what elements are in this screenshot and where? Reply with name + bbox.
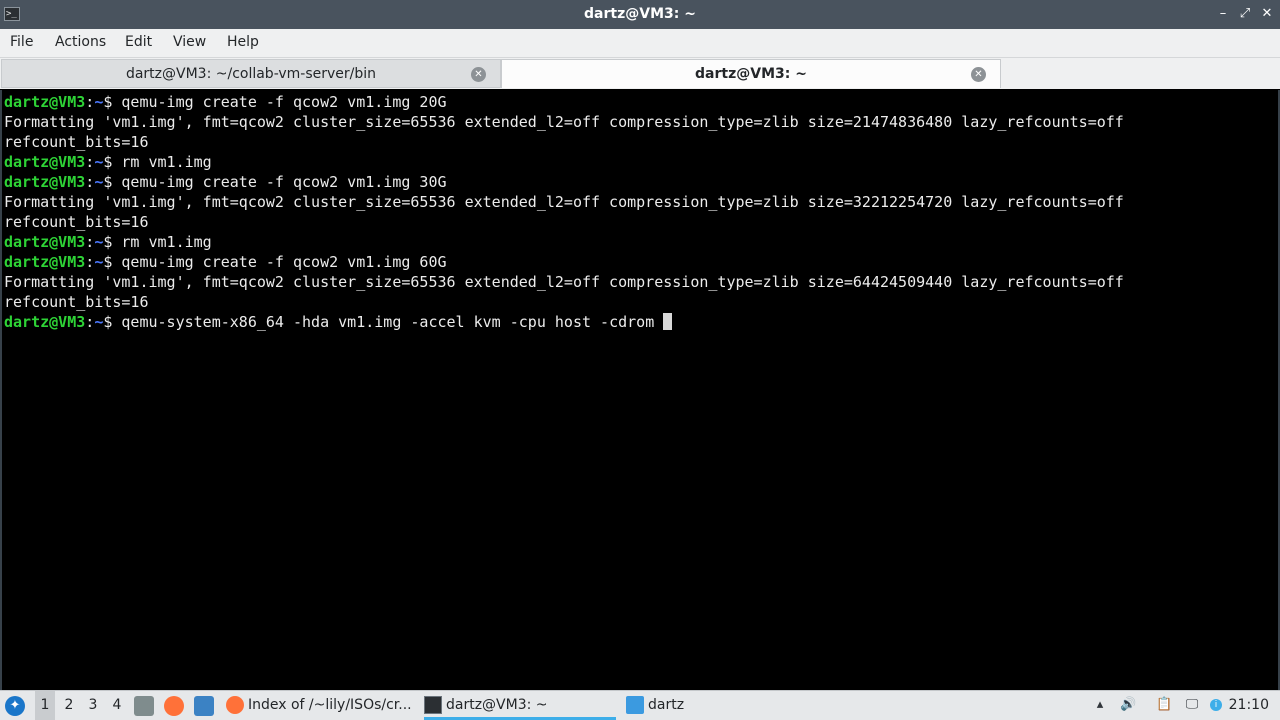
menu-edit[interactable]: Edit (125, 34, 152, 50)
prompt-user: dartz@VM3 (4, 153, 86, 171)
task-folder[interactable]: dartz (626, 691, 776, 720)
clock[interactable]: 21:10 (1229, 691, 1269, 719)
tab-label: dartz@VM3: ~/collab-vm-server/bin (125, 66, 377, 82)
desktop-2-button[interactable]: 2 (59, 691, 79, 720)
maximize-button[interactable]: ⤢ (1236, 5, 1254, 23)
notification-info-icon[interactable]: i (1210, 699, 1222, 711)
command-text: qemu-img create -f qcow2 vm1.img 20G (112, 93, 447, 111)
terminal-output-line: Formatting 'vm1.img', fmt=qcow2 cluster_… (4, 272, 1124, 292)
menu-actions[interactable]: Actions (55, 34, 106, 50)
task-firefox[interactable]: Index of /~lily/ISOs/cr... (226, 691, 416, 720)
tab-label: dartz@VM3: ~ (695, 66, 807, 82)
terminal-output-line: refcount_bits=16 (4, 132, 149, 152)
command-text: qemu-system-x86_64 -hda vm1.img -accel k… (112, 313, 664, 331)
menu-bar: File Actions Edit View Help (0, 29, 1280, 58)
tab-collab-vm-server[interactable]: dartz@VM3: ~/collab-vm-server/bin ✕ (1, 59, 501, 88)
window-title: dartz@VM3: ~ (584, 6, 696, 22)
terminal-command-line: dartz@VM3:~$ qemu-img create -f qcow2 vm… (4, 92, 447, 112)
desktop-1-button[interactable]: 1 (35, 691, 55, 720)
command-text: rm vm1.img (112, 153, 212, 171)
prompt-user: dartz@VM3 (4, 313, 86, 331)
prompt-separator: : (85, 93, 95, 111)
close-window-button[interactable]: ✕ (1258, 5, 1276, 23)
firefox-launcher-icon[interactable] (164, 696, 184, 716)
prompt-user: dartz@VM3 (4, 93, 86, 111)
close-tab-icon[interactable]: ✕ (471, 67, 486, 82)
terminal-command-line: dartz@VM3:~$ qemu-img create -f qcow2 vm… (4, 172, 447, 192)
terminal-command-line: dartz@VM3:~$ qemu-img create -f qcow2 vm… (4, 252, 447, 272)
folder-icon (626, 696, 644, 714)
prompt-separator: : (85, 153, 95, 171)
menu-view[interactable]: View (173, 34, 206, 50)
minimize-button[interactable]: – (1214, 5, 1232, 23)
volume-icon[interactable]: 🔊 (1120, 697, 1136, 713)
command-text: qemu-img create -f qcow2 vm1.img 60G (112, 253, 447, 271)
prompt-path: ~ (94, 173, 104, 191)
prompt-user: dartz@VM3 (4, 233, 86, 251)
terminal-output-line: Formatting 'vm1.img', fmt=qcow2 cluster_… (4, 192, 1124, 212)
terminal-command-line: dartz@VM3:~$ rm vm1.img (4, 152, 212, 172)
tab-home[interactable]: dartz@VM3: ~ ✕ (501, 59, 1001, 88)
output-text: refcount_bits=16 (4, 293, 149, 311)
desktop-3-button[interactable]: 3 (83, 691, 103, 720)
output-text: Formatting 'vm1.img', fmt=qcow2 cluster_… (4, 193, 1124, 211)
terminal-view[interactable]: dartz@VM3:~$ qemu-img create -f qcow2 vm… (0, 90, 1280, 690)
close-tab-icon[interactable]: ✕ (971, 67, 986, 82)
task-label: dartz (648, 697, 685, 713)
application-menu-icon[interactable]: ✦ (5, 696, 25, 716)
terminal-output-line: refcount_bits=16 (4, 212, 149, 232)
terminal-command-line: dartz@VM3:~$ qemu-system-x86_64 -hda vm1… (4, 312, 673, 332)
menu-file[interactable]: File (10, 34, 33, 50)
task-label: Index of /~lily/ISOs/cr... (248, 697, 412, 713)
output-text: Formatting 'vm1.img', fmt=qcow2 cluster_… (4, 113, 1124, 131)
show-desktop-icon[interactable] (194, 696, 214, 716)
taskbar: ✦ 1 2 3 4 Index of /~lily/ISOs/cr... dar… (0, 690, 1280, 720)
task-terminal[interactable]: dartz@VM3: ~ (424, 691, 616, 720)
tab-bar: dartz@VM3: ~/collab-vm-server/bin ✕ dart… (0, 58, 1280, 89)
monitor-icon[interactable]: 🖵 (1184, 697, 1200, 713)
command-text: qemu-img create -f qcow2 vm1.img 30G (112, 173, 447, 191)
output-text: Formatting 'vm1.img', fmt=qcow2 cluster_… (4, 273, 1124, 291)
prompt-path: ~ (94, 253, 104, 271)
file-manager-launcher-icon[interactable] (134, 696, 154, 716)
task-label: dartz@VM3: ~ (446, 697, 548, 713)
prompt-path: ~ (94, 93, 104, 111)
menu-help[interactable]: Help (227, 34, 259, 50)
window-titlebar: >_ dartz@VM3: ~ – ⤢ ✕ (0, 0, 1280, 29)
prompt-path: ~ (94, 153, 104, 171)
output-text: refcount_bits=16 (4, 133, 149, 151)
prompt-path: ~ (94, 313, 104, 331)
terminal-output-line: refcount_bits=16 (4, 292, 149, 312)
terminal-icon (424, 696, 442, 714)
prompt-path: ~ (94, 233, 104, 251)
text-cursor (663, 313, 673, 330)
prompt-separator: : (85, 253, 95, 271)
clipboard-icon[interactable]: 📋 (1156, 697, 1172, 713)
terminal-command-line: dartz@VM3:~$ rm vm1.img (4, 232, 212, 252)
desktop-4-button[interactable]: 4 (107, 691, 127, 720)
tray-expand-icon[interactable]: ▴ (1092, 697, 1108, 713)
prompt-user: dartz@VM3 (4, 173, 86, 191)
prompt-user: dartz@VM3 (4, 253, 86, 271)
firefox-icon (226, 696, 244, 714)
prompt-separator: : (85, 233, 95, 251)
command-text: rm vm1.img (112, 233, 212, 251)
prompt-separator: : (85, 313, 95, 331)
output-text: refcount_bits=16 (4, 213, 149, 231)
prompt-separator: : (85, 173, 95, 191)
terminal-output-line: Formatting 'vm1.img', fmt=qcow2 cluster_… (4, 112, 1124, 132)
